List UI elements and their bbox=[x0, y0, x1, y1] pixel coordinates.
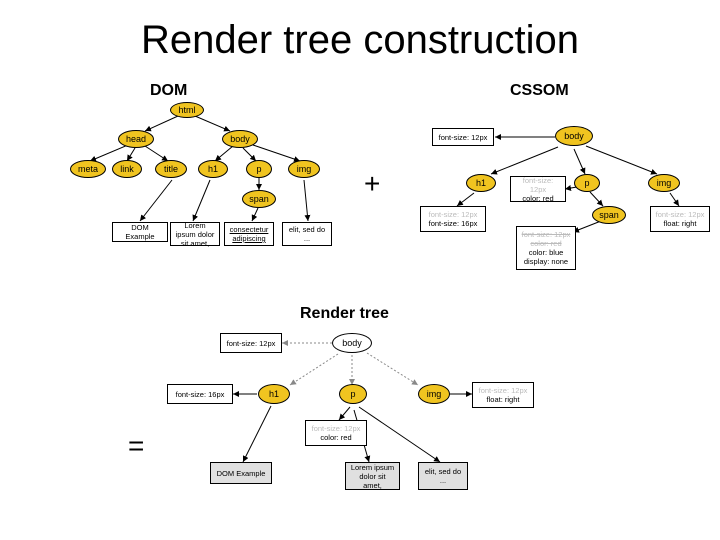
plus-operator: + bbox=[364, 168, 380, 200]
dom-node-html: html bbox=[170, 102, 204, 118]
dom-leaf-img: elit, sed do ... bbox=[282, 222, 332, 246]
render-node-body: body bbox=[332, 333, 372, 353]
cssom-node-span: span bbox=[592, 206, 626, 224]
dom-node-p: p bbox=[246, 160, 272, 178]
equals-operator: = bbox=[128, 430, 144, 462]
dom-node-head: head bbox=[118, 130, 154, 148]
cssom-label: CSSOM bbox=[510, 82, 569, 100]
dom-node-link: link bbox=[112, 160, 142, 178]
dom-node-body: body bbox=[222, 130, 258, 148]
dom-leaf-span: consectetur adipiscing bbox=[224, 222, 274, 246]
dom-node-meta: meta bbox=[70, 160, 106, 178]
slide-title: Render tree construction bbox=[0, 18, 720, 63]
cssom-span-css: font-size: 12px color: red color: blue d… bbox=[516, 226, 576, 270]
render-node-p: p bbox=[339, 384, 367, 404]
render-leaf-p: Lorem ipsum dolor sit amet, bbox=[345, 462, 400, 490]
cssom-node-h1: h1 bbox=[466, 174, 496, 192]
render-h1-css: font-size: 16px bbox=[167, 384, 233, 404]
render-node-h1: h1 bbox=[258, 384, 290, 404]
cssom-body-css: font-size: 12px bbox=[432, 128, 494, 146]
cssom-node-p: p bbox=[574, 174, 600, 192]
dom-node-h1: h1 bbox=[198, 160, 228, 178]
render-node-img: img bbox=[418, 384, 450, 404]
render-body-css: font-size: 12px bbox=[220, 333, 282, 353]
render-leaf-img: elit, sed do ... bbox=[418, 462, 468, 490]
render-leaf-h1: DOM Example bbox=[210, 462, 272, 484]
dom-node-span: span bbox=[242, 190, 276, 208]
cssom-node-img: img bbox=[648, 174, 680, 192]
render-p-css: font-size: 12pxcolor: red bbox=[305, 420, 367, 446]
cssom-h1-css: font-size: 12pxfont-size: 16px bbox=[420, 206, 486, 232]
dom-label: DOM bbox=[150, 82, 187, 100]
dom-leaf-title: DOM Example bbox=[112, 222, 168, 242]
cssom-p-css: font-size: 12pxcolor: red bbox=[510, 176, 566, 202]
cssom-node-body: body bbox=[555, 126, 593, 146]
cssom-img-css: font-size: 12pxfloat: right bbox=[650, 206, 710, 232]
dom-leaf-h1: Lorem ipsum dolor sit amet, bbox=[170, 222, 220, 246]
dom-node-title: title bbox=[155, 160, 187, 178]
dom-node-img: img bbox=[288, 160, 320, 178]
render-label: Render tree bbox=[300, 305, 389, 323]
render-img-css: font-size: 12pxfloat: right bbox=[472, 382, 534, 408]
